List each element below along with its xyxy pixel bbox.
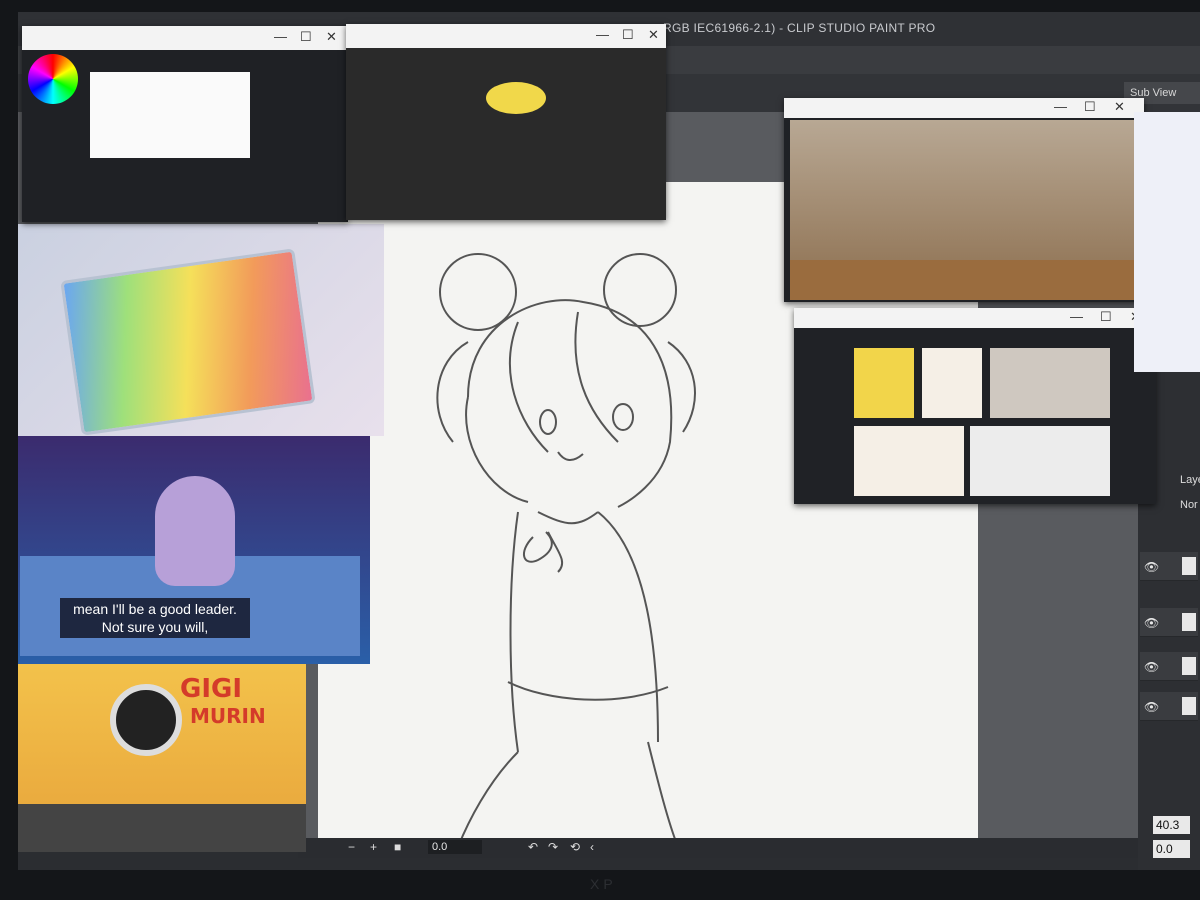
close-button[interactable]: ✕ [326,29,337,45]
reference-panel [854,426,964,496]
video-frame [790,120,1138,300]
layer-thumbnail [1182,697,1196,715]
fit-icon[interactable]: ■ [394,840,401,854]
minimize-button[interactable]: — [596,27,609,42]
rainbow-water-tray [60,248,316,436]
logo-text-gigi: GIGI [180,674,243,704]
close-button[interactable]: ✕ [1114,99,1125,115]
reference-gigi-murin: GIGI MURIN [18,664,306,852]
minimize-button[interactable]: — [1070,309,1083,324]
video-window[interactable]: — ☐ ✕ [784,98,1144,302]
maximize-button[interactable]: ☐ [1100,309,1112,325]
layer-row[interactable]: 👁 [1140,552,1198,581]
window-titlebar: — ☐ ✕ [22,26,348,50]
reference-panel [854,348,914,418]
app-title: RGB IEC61966-2.1) - CLIP STUDIO PAINT PR… [663,21,936,35]
video-subtitle: mean I'll be a good leader. Not sure you… [60,598,250,638]
layer-row[interactable]: 👁 [1140,608,1198,637]
stage-floor [18,804,306,852]
reference-panel [990,348,1110,418]
zoom-out-button[interactable]: − [348,840,355,854]
maximize-button[interactable]: ☐ [622,27,634,43]
navigator-angle-field[interactable]: 0.0 [1153,840,1190,858]
flip-icon[interactable]: ‹ [590,840,594,854]
reset-rotation-icon[interactable]: ⟲ [570,840,580,854]
eye-icon[interactable]: 👁 [1144,700,1159,714]
rotate-right-icon[interactable]: ↷ [548,840,558,854]
window-titlebar: — ☐ ✕ [346,24,666,48]
monitor-logo: XP [590,876,617,892]
canvas-status-bar: − + ■ 0.0 ↶ ↷ ⟲ ‹ [298,838,1138,858]
table [790,260,1138,300]
reference-cartoon-frame: mean I'll be a good leader. Not sure you… [18,436,370,664]
layer-thumbnail [1182,613,1196,631]
maximize-button[interactable]: ☐ [1084,99,1096,115]
layer-thumbnail [1182,557,1196,575]
eye-icon[interactable]: 👁 [1144,660,1159,674]
reference-panel [922,348,982,418]
minimize-button[interactable]: — [274,29,287,44]
layer-row[interactable]: 👁 [1140,652,1198,681]
color-wheel-icon[interactable] [28,54,78,104]
bomb-icon [110,684,182,756]
layer-thumbnail [1182,657,1196,675]
maximize-button[interactable]: ☐ [300,29,312,45]
eye-icon[interactable]: 👁 [1144,616,1159,630]
reference-rainbow-tray [18,224,384,436]
layer-row[interactable]: 👁 [1140,692,1198,721]
logo-text-murin: MURIN [190,704,266,728]
layer-panel-label: Laye [1180,474,1200,486]
close-button[interactable]: ✕ [648,27,659,43]
rotate-left-icon[interactable]: ↶ [528,840,538,854]
rotation-field[interactable]: 0.0 [428,840,482,854]
window-titlebar: — ☐ ✕ [794,308,1156,328]
mini-canvas [90,72,250,158]
blend-mode-select[interactable]: Nor [1180,499,1198,511]
pony-character [155,476,235,586]
minimize-button[interactable]: — [1054,99,1067,114]
screenshot-window[interactable]: — ☐ ✕ [794,308,1156,504]
reference-panel [970,426,1110,496]
3d-model-preview [486,82,546,114]
paint-app-window[interactable]: — ☐ ✕ [22,26,348,222]
zoom-in-button[interactable]: + [370,840,377,854]
eye-icon[interactable]: 👁 [1144,560,1159,574]
reference-character-art [1134,112,1200,372]
screen: RGB IEC61966-2.1) - CLIP STUDIO PAINT PR… [18,12,1200,870]
navigator-zoom-field[interactable]: 40.3 [1153,816,1190,834]
3d-app-window[interactable]: — ☐ ✕ [346,24,666,220]
window-titlebar: — ☐ ✕ [784,98,1144,118]
